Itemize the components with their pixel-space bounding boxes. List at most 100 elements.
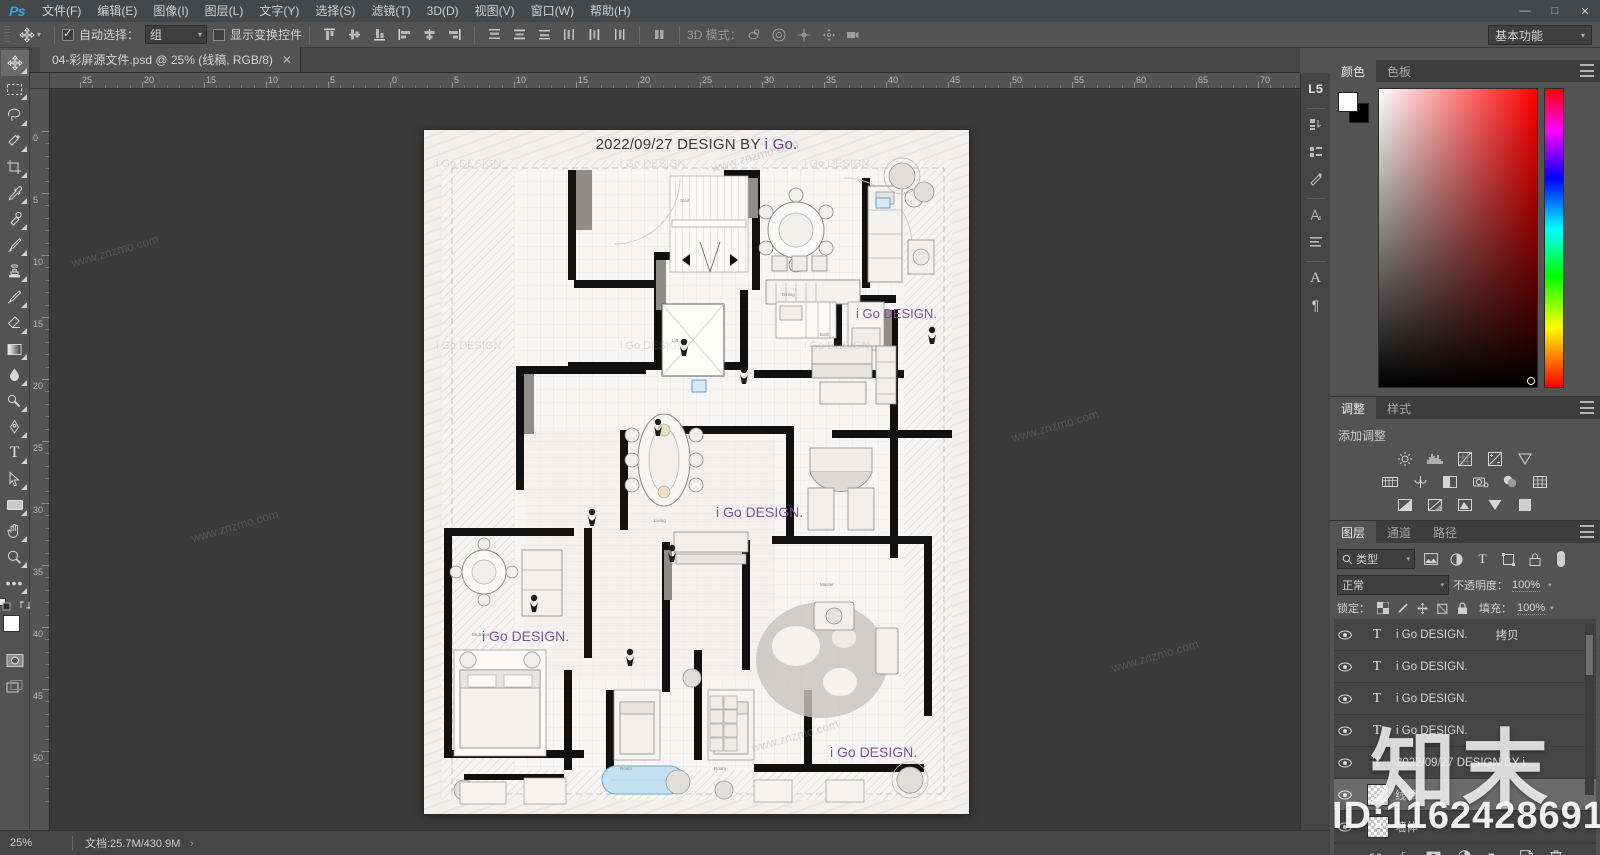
horizontal-ruler[interactable]: 25 20 15 10 5 0 5 10 15 20 25 30 35 40 45 50 55 60 65 70 <box>50 73 1300 89</box>
lock-image-pixels-icon[interactable] <box>1395 601 1410 616</box>
type-layer-thumbnail[interactable]: T <box>1364 691 1390 707</box>
edit-toolbar-tool[interactable]: ••• <box>1 570 29 596</box>
foreground-background-swatches[interactable] <box>1 613 29 643</box>
character-panel-icon[interactable]: A <box>1303 266 1329 290</box>
curves-icon[interactable] <box>1455 450 1475 468</box>
type-layer-thumbnail[interactable]: T <box>1364 659 1390 675</box>
align-horizontal-centers-icon[interactable] <box>417 24 442 46</box>
rectangle-tool[interactable] <box>1 492 29 518</box>
new-adjustment-layer-icon[interactable] <box>1458 850 1471 855</box>
minimize-button[interactable]: — <box>1510 0 1540 22</box>
pixel-layer-thumbnail[interactable] <box>1367 815 1389 838</box>
distribute-vertical-centers-icon[interactable] <box>507 24 532 46</box>
maximize-button[interactable]: □ <box>1540 0 1570 22</box>
gradient-map-icon[interactable] <box>1485 496 1505 514</box>
lock-position-icon[interactable] <box>1415 601 1430 616</box>
close-icon[interactable]: ✕ <box>282 53 292 67</box>
align-left-edges-icon[interactable] <box>392 24 417 46</box>
panel-menu-icon[interactable] <box>1580 64 1594 77</box>
panel-color-swatches[interactable] <box>1338 92 1374 126</box>
eyedropper-tool[interactable] <box>1 180 29 206</box>
menu-select[interactable]: 选择(S) <box>307 0 363 22</box>
menu-layer[interactable]: 图层(L) <box>197 0 252 22</box>
table-row[interactable]: 线稿 <box>1334 779 1596 811</box>
panel-foreground-swatch[interactable] <box>1338 92 1358 112</box>
gradient-tool[interactable] <box>1 336 29 362</box>
filter-adjustment-icon[interactable] <box>1446 549 1467 569</box>
lock-transparent-pixels-icon[interactable] <box>1375 601 1390 616</box>
layer-visibility-icon[interactable] <box>1338 758 1358 768</box>
status-expand-arrow-icon[interactable]: › <box>190 838 193 848</box>
delete-layer-icon[interactable] <box>1550 850 1562 855</box>
menu-filter[interactable]: 滤镜(T) <box>363 0 418 22</box>
slide-3d-icon[interactable] <box>817 24 842 46</box>
filter-enable-toggle[interactable] <box>1550 549 1571 569</box>
lock-artboard-nesting-icon[interactable] <box>1435 601 1450 616</box>
document-canvas[interactable]: 2022/09/27 DESIGN BY i Go. Stair Dining … <box>424 130 969 814</box>
filter-type-icon[interactable]: T <box>1472 549 1493 569</box>
layer-visibility-icon[interactable] <box>1338 694 1358 704</box>
document-tab[interactable]: 04-彩屏源文件.psd @ 25% (线稿, RGB/8) ✕ <box>40 47 301 72</box>
color-field[interactable] <box>1378 88 1538 388</box>
chevron-down-icon[interactable]: ▾ <box>1550 604 1554 612</box>
layer-visibility-icon[interactable] <box>1338 790 1358 800</box>
menu-file[interactable]: 文件(F) <box>34 0 89 22</box>
menu-edit[interactable]: 编辑(E) <box>89 0 145 22</box>
channel-mixer-icon[interactable] <box>1500 473 1520 491</box>
hue-saturation-icon[interactable] <box>1380 473 1400 491</box>
zoom-tool[interactable] <box>1 544 29 570</box>
type-layer-thumbnail[interactable]: T <box>1364 755 1390 771</box>
rectangular-marquee-tool[interactable] <box>1 76 29 102</box>
tool-preset-chevron-down-icon[interactable]: ▾ <box>37 30 41 39</box>
fill-value[interactable]: 100% <box>1517 602 1546 615</box>
menu-3d[interactable]: 3D(D) <box>419 0 467 22</box>
new-group-icon[interactable] <box>1488 851 1503 855</box>
exposure-icon[interactable] <box>1485 450 1505 468</box>
chevron-down-icon[interactable]: ▾ <box>1548 581 1552 589</box>
align-distribute-panel-icon[interactable] <box>647 24 672 46</box>
tab-swatches[interactable]: 色板 <box>1376 60 1423 82</box>
default-colors-icon[interactable] <box>0 598 11 611</box>
distribute-left-edges-icon[interactable] <box>557 24 582 46</box>
paragraph-styles-icon[interactable] <box>1303 230 1329 254</box>
layer-visibility-icon[interactable] <box>1338 822 1358 832</box>
tab-paths[interactable]: 路径 <box>1422 521 1469 543</box>
layer-filter-type-dropdown[interactable]: 类型 ▾ <box>1337 549 1415 569</box>
lasso-tool[interactable] <box>1 102 29 128</box>
type-layer-thumbnail[interactable]: T <box>1364 627 1390 643</box>
vertical-ruler[interactable]: 0 5 10 15 20 25 30 35 40 45 50 <box>30 89 50 830</box>
table-row[interactable]: T i Go DESIGN. <box>1334 715 1596 747</box>
tab-layers[interactable]: 图层 <box>1330 521 1377 543</box>
color-lookup-icon[interactable] <box>1530 473 1550 491</box>
foreground-color-swatch[interactable] <box>2 615 20 632</box>
dodge-tool[interactable] <box>1 388 29 414</box>
filter-smart-object-icon[interactable] <box>1524 549 1545 569</box>
filter-pixel-icon[interactable] <box>1420 549 1441 569</box>
roll-3d-icon[interactable] <box>767 24 792 46</box>
show-transform-checkbox[interactable] <box>213 28 226 41</box>
orbit-3d-icon[interactable] <box>742 24 767 46</box>
spot-healing-brush-tool[interactable] <box>1 206 29 232</box>
layer-visibility-icon[interactable] <box>1338 630 1358 640</box>
vibrance-icon[interactable] <box>1515 450 1535 468</box>
move-tool[interactable] <box>0 50 29 76</box>
panel-menu-icon[interactable] <box>1580 525 1594 538</box>
color-balance-icon[interactable] <box>1410 473 1430 491</box>
blur-tool[interactable] <box>1 362 29 388</box>
layer-list[interactable]: T i Go DESIGN. 拷贝 T i Go DESIGN. T i Go … <box>1334 619 1596 843</box>
path-selection-tool[interactable] <box>1 466 29 492</box>
layer-visibility-icon[interactable] <box>1338 726 1358 736</box>
levels-icon[interactable] <box>1425 450 1445 468</box>
align-right-edges-icon[interactable] <box>442 24 467 46</box>
brush-tool[interactable] <box>1 232 29 258</box>
layer-list-scrollbar[interactable] <box>1585 623 1594 795</box>
eraser-tool[interactable] <box>1 310 29 336</box>
lock-all-icon[interactable] <box>1455 601 1470 616</box>
canvas-stage[interactable]: 2022/09/27 DESIGN BY i Go. Stair Dining … <box>50 89 1300 830</box>
zoom-level[interactable]: 25% <box>0 837 72 849</box>
blend-mode-dropdown[interactable]: 正常 ▾ <box>1337 575 1449 595</box>
table-row[interactable]: T i Go DESIGN. <box>1334 683 1596 715</box>
menu-view[interactable]: 视图(V) <box>467 0 523 22</box>
tab-color[interactable]: 颜色 <box>1330 60 1377 82</box>
opacity-value[interactable]: 100% <box>1512 579 1541 592</box>
